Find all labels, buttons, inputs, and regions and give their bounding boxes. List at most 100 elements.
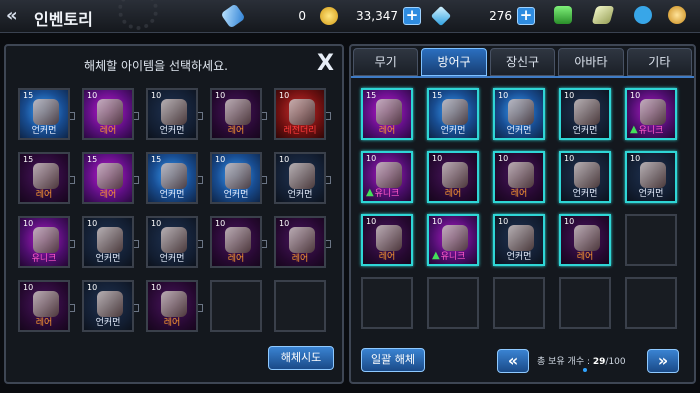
category-tabs: 무기 방어구 장신구 아바타 기타: [353, 48, 693, 76]
item-grade: 언커먼: [159, 190, 185, 200]
leg-armor-icon: [640, 99, 666, 125]
item-slot[interactable]: 10 레어: [559, 214, 611, 266]
next-page-icon[interactable]: »: [647, 349, 679, 373]
item-level: 10: [215, 155, 226, 164]
item-level: 10: [87, 219, 98, 228]
dismantle-button[interactable]: 해체시도: [268, 346, 334, 370]
item-slot[interactable]: 10 ▲ 유니크: [427, 214, 479, 266]
quest-icon[interactable]: [591, 6, 615, 24]
leg-armor-icon: [442, 162, 468, 188]
item-slot[interactable]: 10 레어: [210, 88, 267, 140]
item-level: 10: [366, 217, 377, 226]
item-count-label: 총 보유 개수 :: [537, 357, 593, 367]
item-level: 10: [87, 283, 98, 292]
item-slot[interactable]: 15 레어: [18, 152, 75, 204]
item-grade: 레어: [35, 190, 53, 200]
item-slot[interactable]: 10 레어: [427, 151, 479, 203]
boots-icon: [97, 227, 123, 253]
empty-slot[interactable]: [559, 277, 611, 329]
bulk-dismantle-button[interactable]: 일괄 해체: [361, 348, 425, 372]
item-level: 10: [564, 217, 575, 226]
glove-icon: [161, 99, 187, 125]
empty-slot[interactable]: [274, 280, 326, 332]
item-slot[interactable]: 10 언커먼: [493, 88, 545, 140]
item-slot[interactable]: 10 레어: [210, 216, 267, 268]
slot-tab-decoration: [70, 240, 75, 248]
item-level: 10: [23, 219, 34, 228]
energy-value: 0: [298, 9, 306, 23]
item-slot[interactable]: 10 레어: [493, 151, 545, 203]
item-grade: 유니크: [374, 189, 400, 199]
item-level: 10: [498, 91, 509, 100]
item-grade: 레어: [378, 252, 396, 262]
gold-add-button[interactable]: +: [403, 7, 421, 25]
item-slot[interactable]: 10 레어: [82, 88, 139, 140]
item-level: 10: [564, 154, 575, 163]
diamond-value-wrap: 276: [456, 5, 512, 27]
item-grade: 언커먼: [95, 318, 121, 328]
transfer-icon[interactable]: [554, 6, 572, 24]
settings-icon[interactable]: [668, 6, 686, 24]
empty-slot[interactable]: [427, 277, 479, 329]
chat-icon[interactable]: [634, 6, 652, 24]
item-slot[interactable]: 15 언커먼: [18, 88, 75, 140]
tab-accessory[interactable]: 장신구: [489, 48, 556, 76]
item-slot[interactable]: 10 언커먼: [625, 151, 677, 203]
item-slot[interactable]: 10 언커먼: [559, 88, 611, 140]
item-slot[interactable]: 10 레어: [146, 280, 203, 332]
gauntlet-icon: [289, 163, 315, 189]
empty-slot[interactable]: [210, 280, 262, 332]
item-level: 10: [432, 217, 443, 226]
slot-tab-decoration: [198, 176, 203, 184]
item-slot[interactable]: 10 언커먼: [146, 216, 203, 268]
tab-weapon[interactable]: 무기: [353, 48, 419, 76]
tab-etc[interactable]: 기타: [626, 48, 693, 76]
item-grade: 레어: [444, 189, 462, 199]
item-grade: 언커먼: [506, 252, 532, 262]
gold-plus-wrap: +: [403, 5, 421, 27]
diamond-add-button[interactable]: +: [517, 7, 535, 25]
item-level: 15: [432, 91, 443, 100]
page-title: 인벤토리: [34, 10, 93, 29]
item-slot[interactable]: 10 레어: [274, 216, 331, 268]
item-grade: 레어: [378, 126, 396, 136]
item-slot[interactable]: 10 ▲ 유니크: [361, 151, 413, 203]
item-slot[interactable]: 10 언커먼: [82, 280, 139, 332]
item-grade: 언커먼: [572, 189, 598, 199]
diamond-plus-wrap: +: [517, 5, 535, 27]
item-slot[interactable]: 10 언커먼: [210, 152, 267, 204]
item-slot[interactable]: 10 레어: [361, 214, 413, 266]
gold-value: 33,347: [356, 9, 398, 23]
empty-slot[interactable]: [625, 277, 677, 329]
revolver-icon: [33, 99, 59, 125]
energy-capsule-icon: [220, 3, 246, 29]
empty-slot[interactable]: [361, 277, 413, 329]
item-slot[interactable]: 15 언커먼: [146, 152, 203, 204]
item-slot[interactable]: 10 언커먼: [146, 88, 203, 140]
item-count-max: /100: [605, 357, 626, 367]
item-slot[interactable]: 10 레전더리: [274, 88, 331, 140]
item-slot[interactable]: 10 언커먼: [559, 151, 611, 203]
empty-slot[interactable]: [493, 277, 545, 329]
item-slot[interactable]: 15 레어: [361, 88, 413, 140]
item-slot[interactable]: 10 언커먼: [82, 216, 139, 268]
back-arrow-icon[interactable]: «: [6, 6, 32, 26]
item-slot[interactable]: 15 레어: [82, 152, 139, 204]
leg-armor-icon: [33, 227, 59, 253]
slot-tab-decoration: [70, 112, 75, 120]
item-slot[interactable]: 10 언커먼: [493, 214, 545, 266]
item-slot[interactable]: 10 레어: [18, 280, 75, 332]
item-slot[interactable]: 10 유니크: [18, 216, 75, 268]
empty-slot[interactable]: [625, 214, 677, 266]
item-slot[interactable]: 15 언커먼: [427, 88, 479, 140]
tab-avatar[interactable]: 아바타: [558, 48, 624, 76]
dismantle-instruction: 해체할 아이템을 선택하세요.: [84, 59, 228, 73]
prev-page-icon[interactable]: «: [497, 349, 529, 373]
slot-tab-decoration: [134, 240, 139, 248]
close-icon[interactable]: X: [317, 51, 334, 76]
slot-tab-decoration: [262, 176, 267, 184]
item-level: 10: [498, 154, 509, 163]
tab-armor[interactable]: 방어구: [421, 48, 487, 76]
item-slot[interactable]: 10 언커먼: [274, 152, 331, 204]
item-slot[interactable]: 10 ▲ 유니크: [625, 88, 677, 140]
